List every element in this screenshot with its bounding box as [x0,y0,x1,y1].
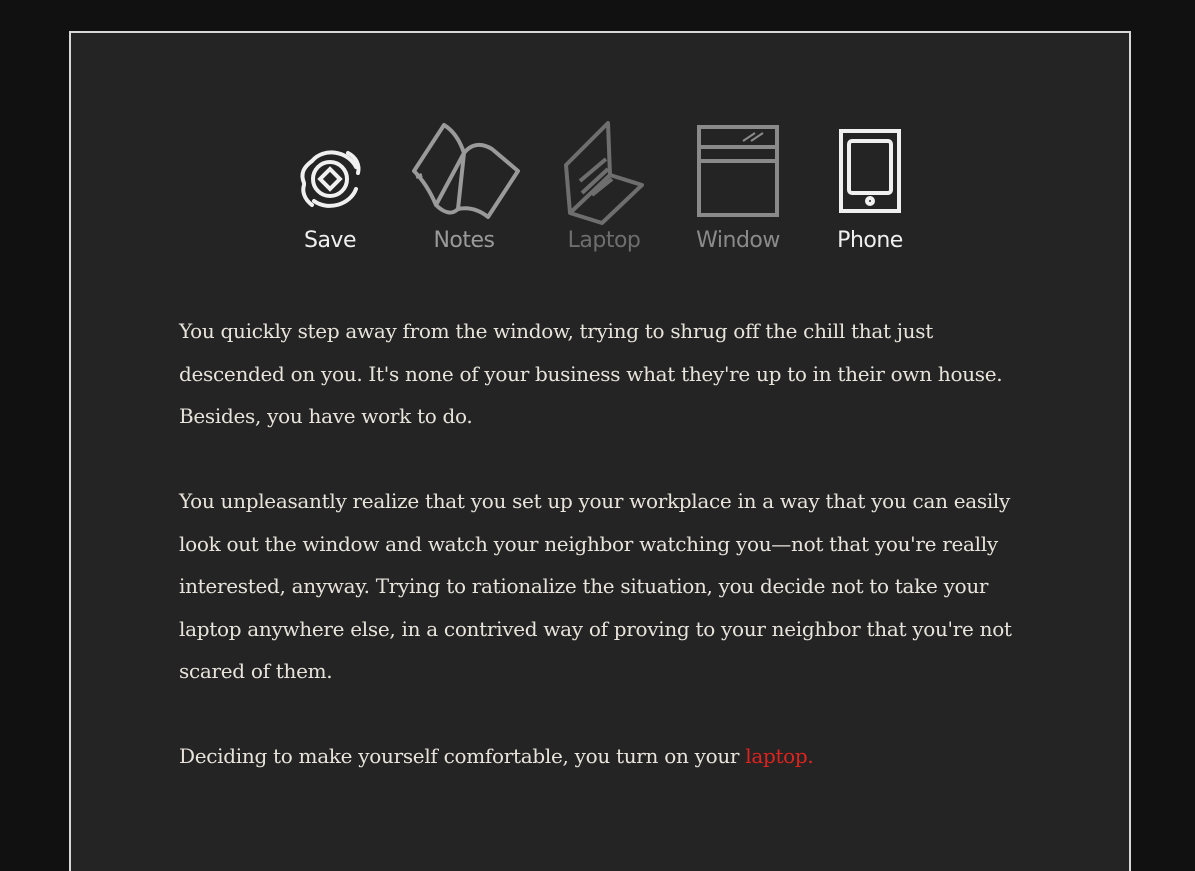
laptop-button[interactable]: Laptop [549,121,659,261]
notes-label: Notes [433,228,495,253]
story-paragraph-3: Deciding to make yourself comfortable, y… [179,735,1039,778]
story-paragraph-2: You unpleasantly realize that you set up… [179,489,1012,683]
laptop-icon [564,121,644,225]
laptop-link[interactable]: laptop. [745,744,814,768]
toolbar: Save Notes Laptop Window Phone [71,121,1129,261]
phone-button[interactable]: Phone [815,121,925,261]
story-text: You quickly step away from the window, t… [179,310,1039,820]
phone-icon [839,129,901,213]
window-button[interactable]: Window [683,121,793,261]
story-paragraph-3-text: Deciding to make yourself comfortable, y… [179,744,746,768]
window-icon [697,125,779,217]
save-icon [300,150,361,208]
save-label: Save [303,228,357,253]
notes-button[interactable]: Notes [409,121,520,261]
phone-label: Phone [837,228,903,253]
story-paragraph-1: You quickly step away from the window, t… [179,319,1003,428]
laptop-label: Laptop [567,228,641,253]
save-button[interactable]: Save [275,121,385,261]
notes-book-icon [412,123,520,219]
window-label: Window [696,228,780,253]
game-panel: Save Notes Laptop Window Phone You quick… [69,31,1131,871]
